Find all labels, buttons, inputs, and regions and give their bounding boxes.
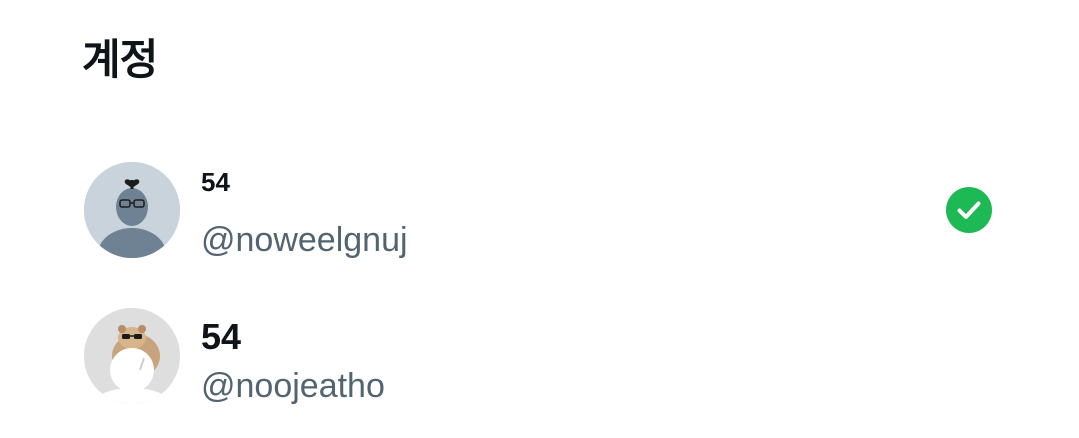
page-title: 계정 xyxy=(82,35,158,84)
default-avatar-with-glasses-icon xyxy=(84,162,180,258)
account-display-name: 54 xyxy=(201,316,242,357)
account-display-name: 54 xyxy=(201,167,230,197)
account-item-noojeatho[interactable]: 54 @noojeatho xyxy=(0,290,1079,420)
accounts-page: 계정 54 @noweelgnuj 54 @noojeatho xyxy=(0,0,1079,438)
avatar xyxy=(84,308,180,404)
hamster-sunglasses-avatar-icon xyxy=(84,308,180,404)
account-handle: @noweelgnuj xyxy=(201,221,408,259)
avatar xyxy=(84,162,180,258)
account-handle: @noojeatho xyxy=(201,367,385,405)
check-circle-icon xyxy=(946,187,992,233)
account-item-noweelgnuj[interactable]: 54 @noweelgnuj xyxy=(0,150,1079,280)
